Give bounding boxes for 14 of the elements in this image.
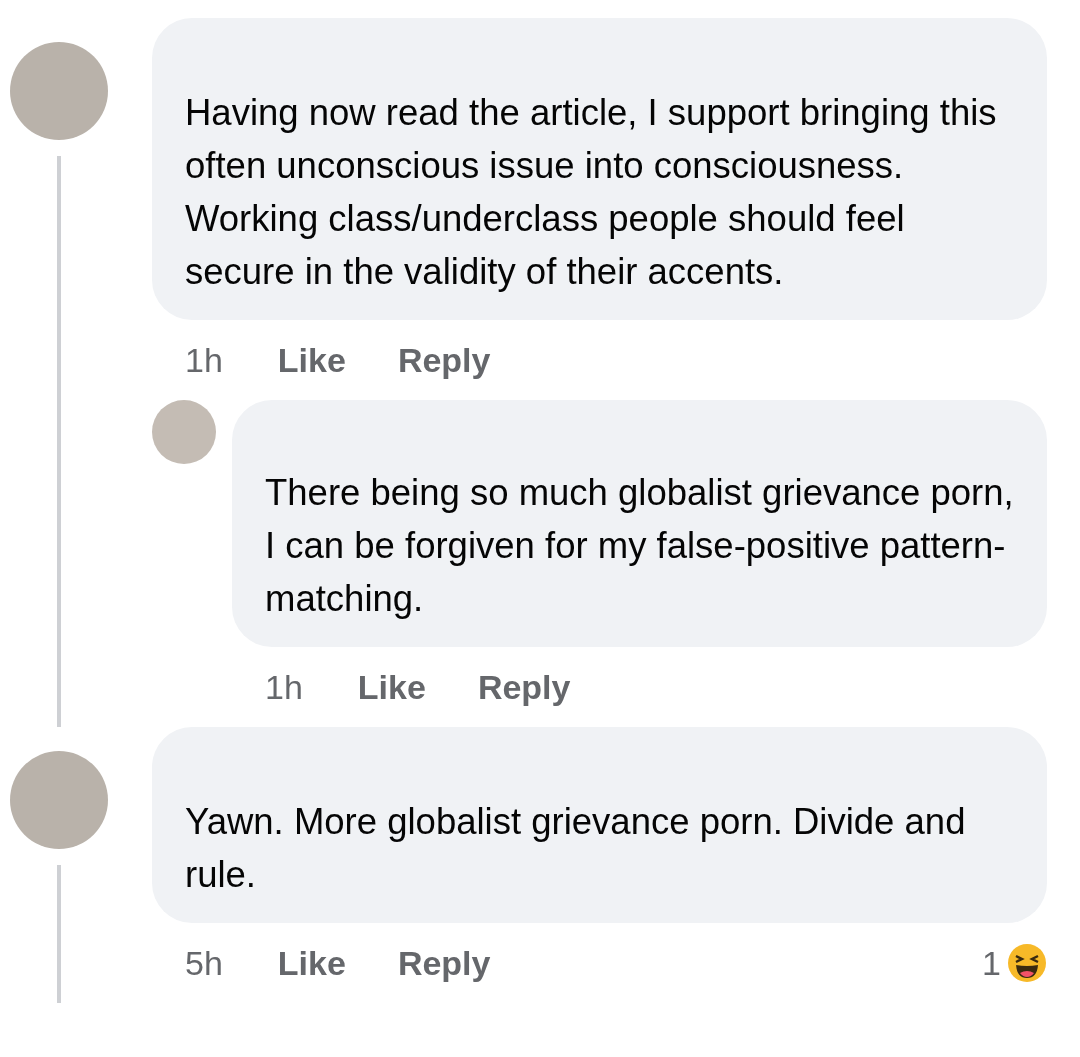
comment-text: Yawn. More globalist grievance porn. Divide and rule. xyxy=(185,800,967,897)
timestamp: 5h xyxy=(185,943,223,983)
comment-text: Having now read the article, I support bringing this often unconscious issue into consciousness. Working class/underclass people should feel secure in the validity of their accents. xyxy=(185,91,998,294)
timestamp: 1h xyxy=(185,340,223,380)
timestamp: 1h xyxy=(265,667,303,707)
like-link[interactable]: Like xyxy=(277,340,346,380)
reply-link[interactable]: Reply xyxy=(397,340,491,380)
like-link[interactable]: Like xyxy=(277,943,346,983)
reply-link[interactable]: Reply xyxy=(397,943,491,983)
like-link[interactable]: Like xyxy=(357,667,426,707)
reaction-count: 1 xyxy=(982,943,1001,983)
laughing-face-icon[interactable] xyxy=(1007,943,1047,983)
reply-link[interactable]: Reply xyxy=(477,667,571,707)
comment-text: There being so much globalist grievance porn, I can be forgiven for my false-positive pattern-matching. xyxy=(265,471,1015,621)
